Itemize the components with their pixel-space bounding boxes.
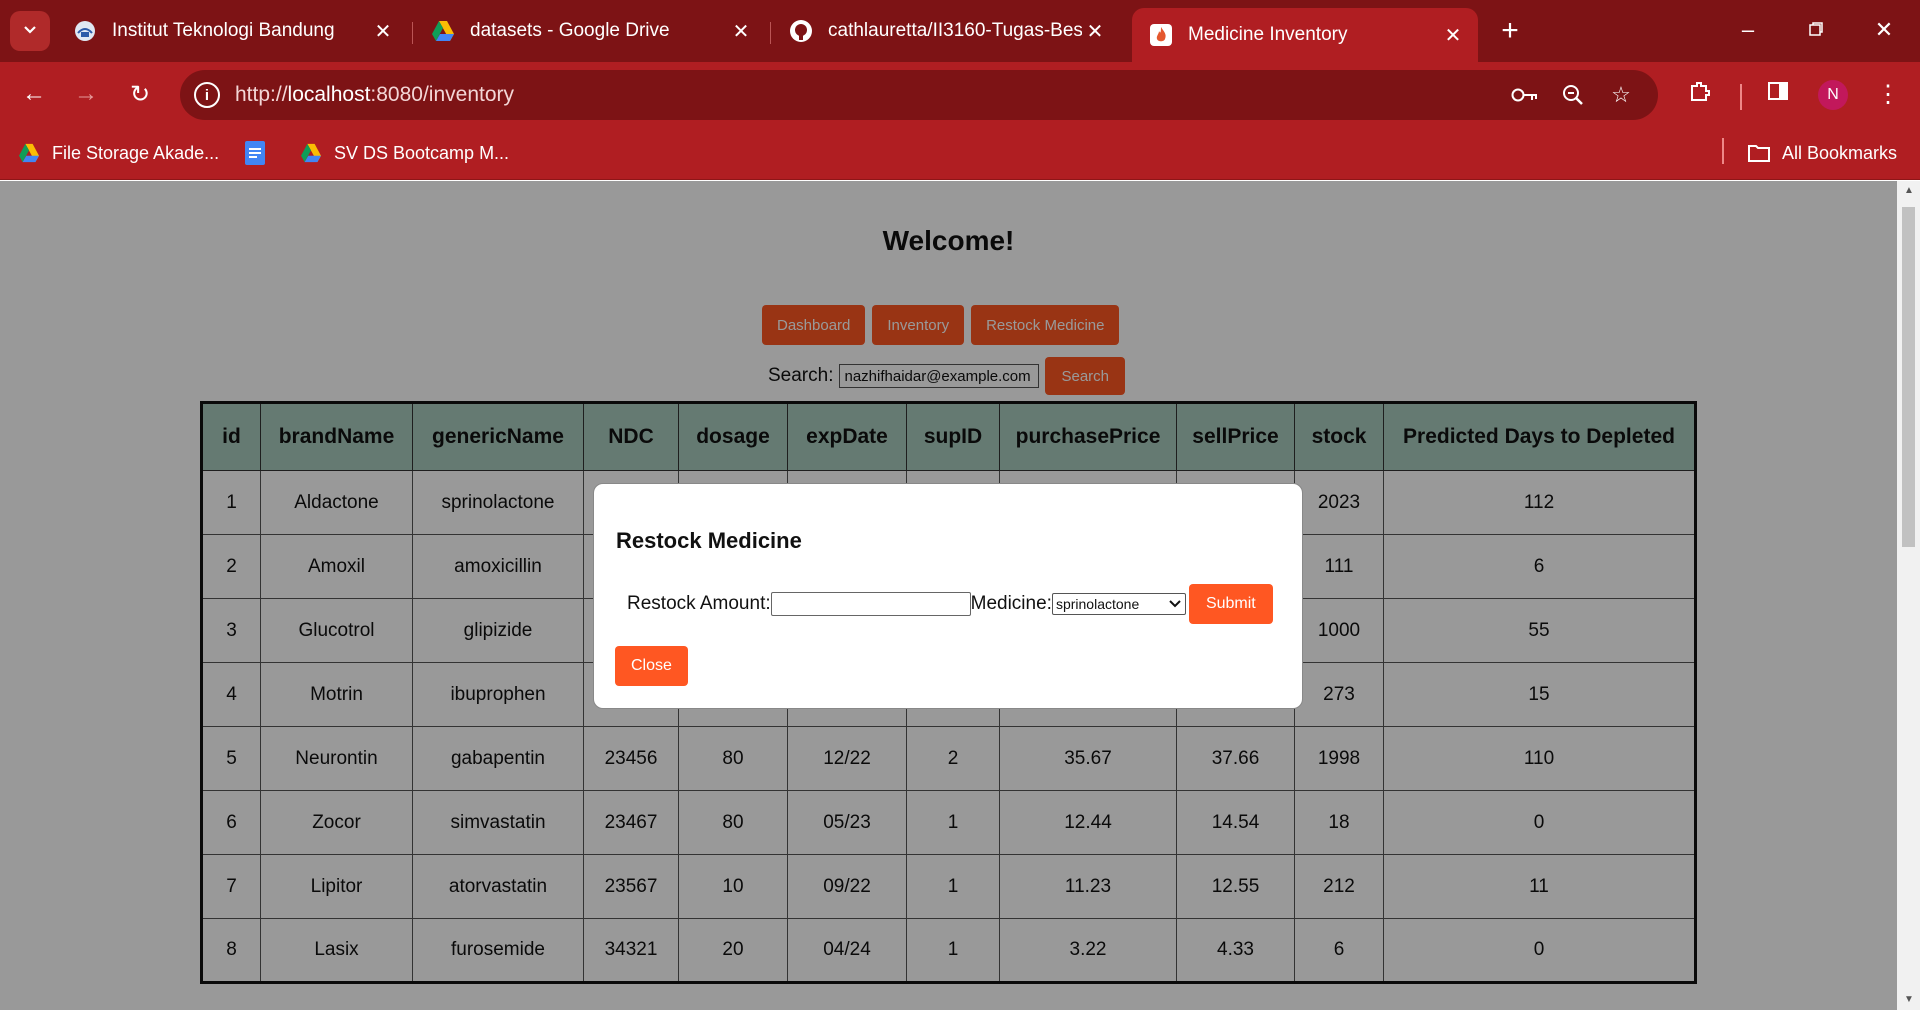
address-bar[interactable]: i http://localhost:8080/inventory ☆ (180, 70, 1658, 120)
url-text[interactable]: http://localhost:8080/inventory (235, 83, 514, 107)
restore-button[interactable] (1796, 12, 1836, 48)
tab-title: Medicine Inventory (1188, 24, 1348, 45)
bookmark-label: File Storage Akade... (52, 142, 220, 163)
back-button[interactable]: ← (16, 76, 52, 112)
close-icon[interactable]: ✕ (1082, 18, 1108, 44)
restock-modal: Restock Medicine Restock Amount: Medicin… (593, 483, 1303, 709)
google-drive-icon (430, 18, 456, 44)
puzzle-icon (1688, 79, 1712, 110)
restock-amount-input[interactable] (770, 592, 971, 616)
bookmark-sv-ds-bootcamp[interactable]: SV DS Bootcamp M... (298, 138, 509, 168)
chevron-down-icon (1169, 597, 1181, 611)
tab-google-drive[interactable]: datasets - Google Drive ✕ (414, 10, 766, 52)
extensions-button[interactable] (1682, 76, 1718, 112)
tab-title: Institut Teknologi Bandung (112, 20, 335, 41)
menu-button[interactable]: ⋮ (1870, 76, 1906, 112)
profile-avatar[interactable]: N (1818, 80, 1848, 110)
more-vertical-icon: ⋮ (1876, 80, 1900, 108)
medicine-select[interactable]: sprinolactone (1051, 593, 1186, 615)
google-docs-icon (242, 140, 268, 166)
bookmark-file-storage[interactable]: File Storage Akade... (16, 138, 219, 168)
bookmarks-bar: File Storage Akade... SV DS Bootcamp M..… (0, 126, 1920, 180)
reload-button[interactable]: ↻ (122, 76, 158, 112)
bookmarks-divider (1722, 138, 1724, 164)
close-modal-button[interactable]: Close (615, 646, 688, 686)
chevron-down-icon (22, 21, 38, 42)
arrow-left-icon: ← (22, 80, 46, 107)
star-icon[interactable]: ☆ (1606, 80, 1636, 110)
google-drive-icon (16, 140, 42, 166)
google-drive-icon (298, 140, 324, 166)
close-icon[interactable]: ✕ (1440, 22, 1466, 48)
all-bookmarks-label: All Bookmarks (1782, 142, 1898, 163)
bookmark-google-docs[interactable] (242, 138, 278, 168)
modal-title: Restock Medicine (616, 528, 802, 553)
side-panel-button[interactable] (1760, 76, 1796, 112)
submit-button[interactable]: Submit (1188, 584, 1273, 624)
github-icon (788, 18, 814, 44)
tab-medicine-inventory[interactable]: Medicine Inventory ✕ (1132, 8, 1478, 62)
new-tab-button[interactable]: + (1493, 14, 1527, 48)
scroll-up-arrow-icon[interactable]: ▲ (1903, 185, 1915, 197)
tab-search-button[interactable] (10, 11, 50, 51)
close-icon[interactable]: ✕ (370, 18, 396, 44)
close-window-button[interactable]: ✕ (1864, 12, 1904, 48)
browser-toolbar: ← → ↻ i http://localhost:8080/inventory … (0, 62, 1920, 126)
tab-divider (770, 22, 771, 44)
tab-github[interactable]: cathlauretta/II3160-Tugas-Besar ✕ (772, 10, 1120, 52)
scrollbar-thumb[interactable] (1902, 207, 1915, 547)
side-panel-icon (1767, 80, 1789, 109)
toolbar-divider (1740, 84, 1742, 110)
tab-divider (412, 22, 413, 44)
restore-icon (1808, 17, 1824, 43)
info-icon[interactable]: i (194, 82, 220, 108)
medicine-selected-value: sprinolactone (1055, 596, 1140, 612)
flame-icon (1148, 22, 1174, 48)
tab-strip: Institut Teknologi Bandung ✕ datasets - … (0, 0, 1920, 62)
restock-form: Restock Amount: Medicine: sprinolactone … (627, 584, 1273, 624)
close-icon: ✕ (1874, 17, 1894, 42)
tab-itb[interactable]: Institut Teknologi Bandung ✕ (56, 10, 408, 52)
itb-icon (72, 18, 98, 44)
scroll-down-arrow-icon[interactable]: ▼ (1903, 994, 1915, 1006)
page-scrollbar[interactable]: ▲ ▼ (1897, 181, 1920, 1010)
key-icon[interactable] (1510, 80, 1540, 110)
restock-amount-label: Restock Amount: (627, 593, 771, 614)
minimize-icon: – (1741, 17, 1755, 42)
reload-icon: ↻ (129, 80, 151, 108)
folder-icon (1746, 140, 1772, 166)
tab-title: datasets - Google Drive (470, 20, 670, 41)
bookmark-label: SV DS Bootcamp M... (334, 142, 510, 163)
arrow-right-icon: → (74, 80, 98, 107)
medicine-label: Medicine: (970, 593, 1052, 614)
plus-icon: + (1501, 14, 1519, 47)
zoom-icon[interactable] (1558, 80, 1588, 110)
minimize-button[interactable]: – (1728, 12, 1768, 48)
tab-title: cathlauretta/II3160-Tugas-Besar (828, 20, 1082, 41)
close-icon[interactable]: ✕ (728, 18, 754, 44)
page-content: Welcome! Dashboard Inventory Restock Med… (0, 181, 1897, 1010)
all-bookmarks-button[interactable]: All Bookmarks (1746, 138, 1897, 168)
forward-button[interactable]: → (68, 76, 104, 112)
